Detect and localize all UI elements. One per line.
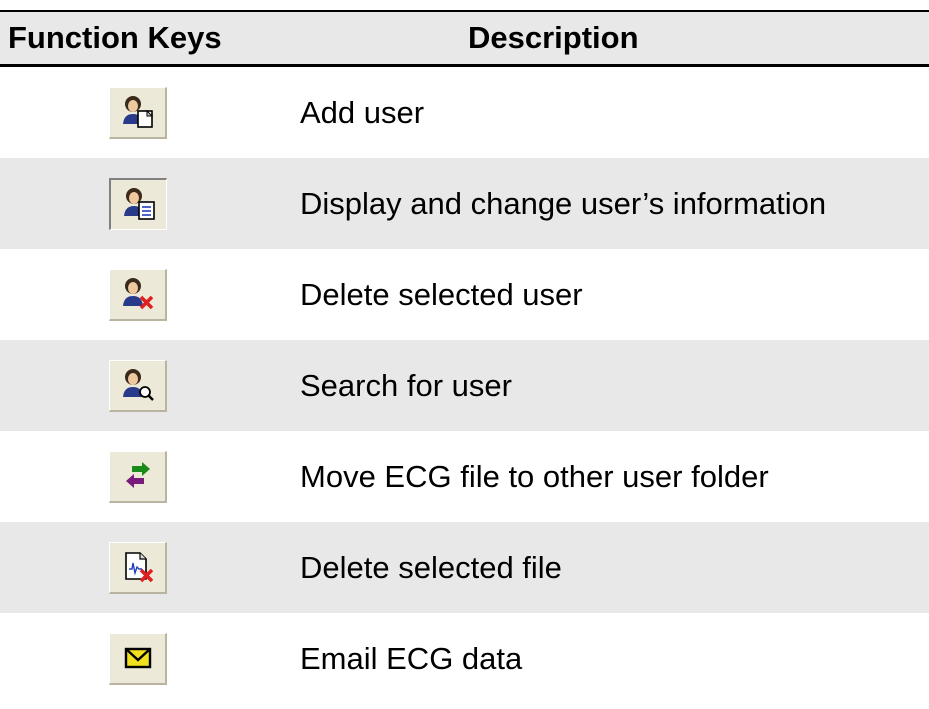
move-file-button[interactable] xyxy=(109,450,167,503)
table-row: Delete selected user xyxy=(0,249,929,340)
delete-user-icon xyxy=(122,278,153,310)
user-info-icon xyxy=(123,188,155,220)
icon-cell xyxy=(98,431,178,522)
function-keys-table: Function Keys Description Add user Displ… xyxy=(0,0,929,709)
row-description: Delete selected user xyxy=(300,277,583,312)
email-icon xyxy=(124,647,151,669)
table-row: Delete selected file xyxy=(0,522,929,613)
icon-cell xyxy=(98,522,178,613)
row-description: Delete selected file xyxy=(300,550,562,585)
icon-cell xyxy=(98,249,178,340)
header-function-keys: Function Keys xyxy=(8,20,222,55)
row-description: Search for user xyxy=(300,368,512,403)
row-description: Move ECG file to other user folder xyxy=(300,459,769,494)
move-file-icon xyxy=(125,462,150,488)
table-header: Function Keys Description xyxy=(0,12,929,64)
delete-file-icon xyxy=(124,552,153,583)
header-description: Description xyxy=(468,20,639,55)
search-user-button[interactable] xyxy=(109,359,167,412)
row-description: Add user xyxy=(300,95,425,130)
icon-cell xyxy=(98,340,178,431)
add-user-button[interactable] xyxy=(109,86,167,139)
table-row: Email ECG data xyxy=(0,613,929,704)
table-row: Display and change user’s information xyxy=(0,158,929,249)
delete-user-button[interactable] xyxy=(109,268,167,321)
icon-cell xyxy=(98,67,178,158)
email-button[interactable] xyxy=(109,632,167,685)
row-description: Display and change user’s information xyxy=(300,186,827,221)
table-row: Move ECG file to other user folder xyxy=(0,431,929,522)
search-user-icon xyxy=(122,369,154,401)
icon-cell xyxy=(98,158,178,249)
table-row: Search for user xyxy=(0,340,929,431)
delete-file-button[interactable] xyxy=(109,541,167,594)
row-description: Email ECG data xyxy=(300,641,523,676)
add-user-icon xyxy=(122,96,153,128)
icon-cell xyxy=(98,613,178,704)
user-info-button[interactable] xyxy=(109,177,167,230)
table-row: Add user xyxy=(0,67,929,158)
